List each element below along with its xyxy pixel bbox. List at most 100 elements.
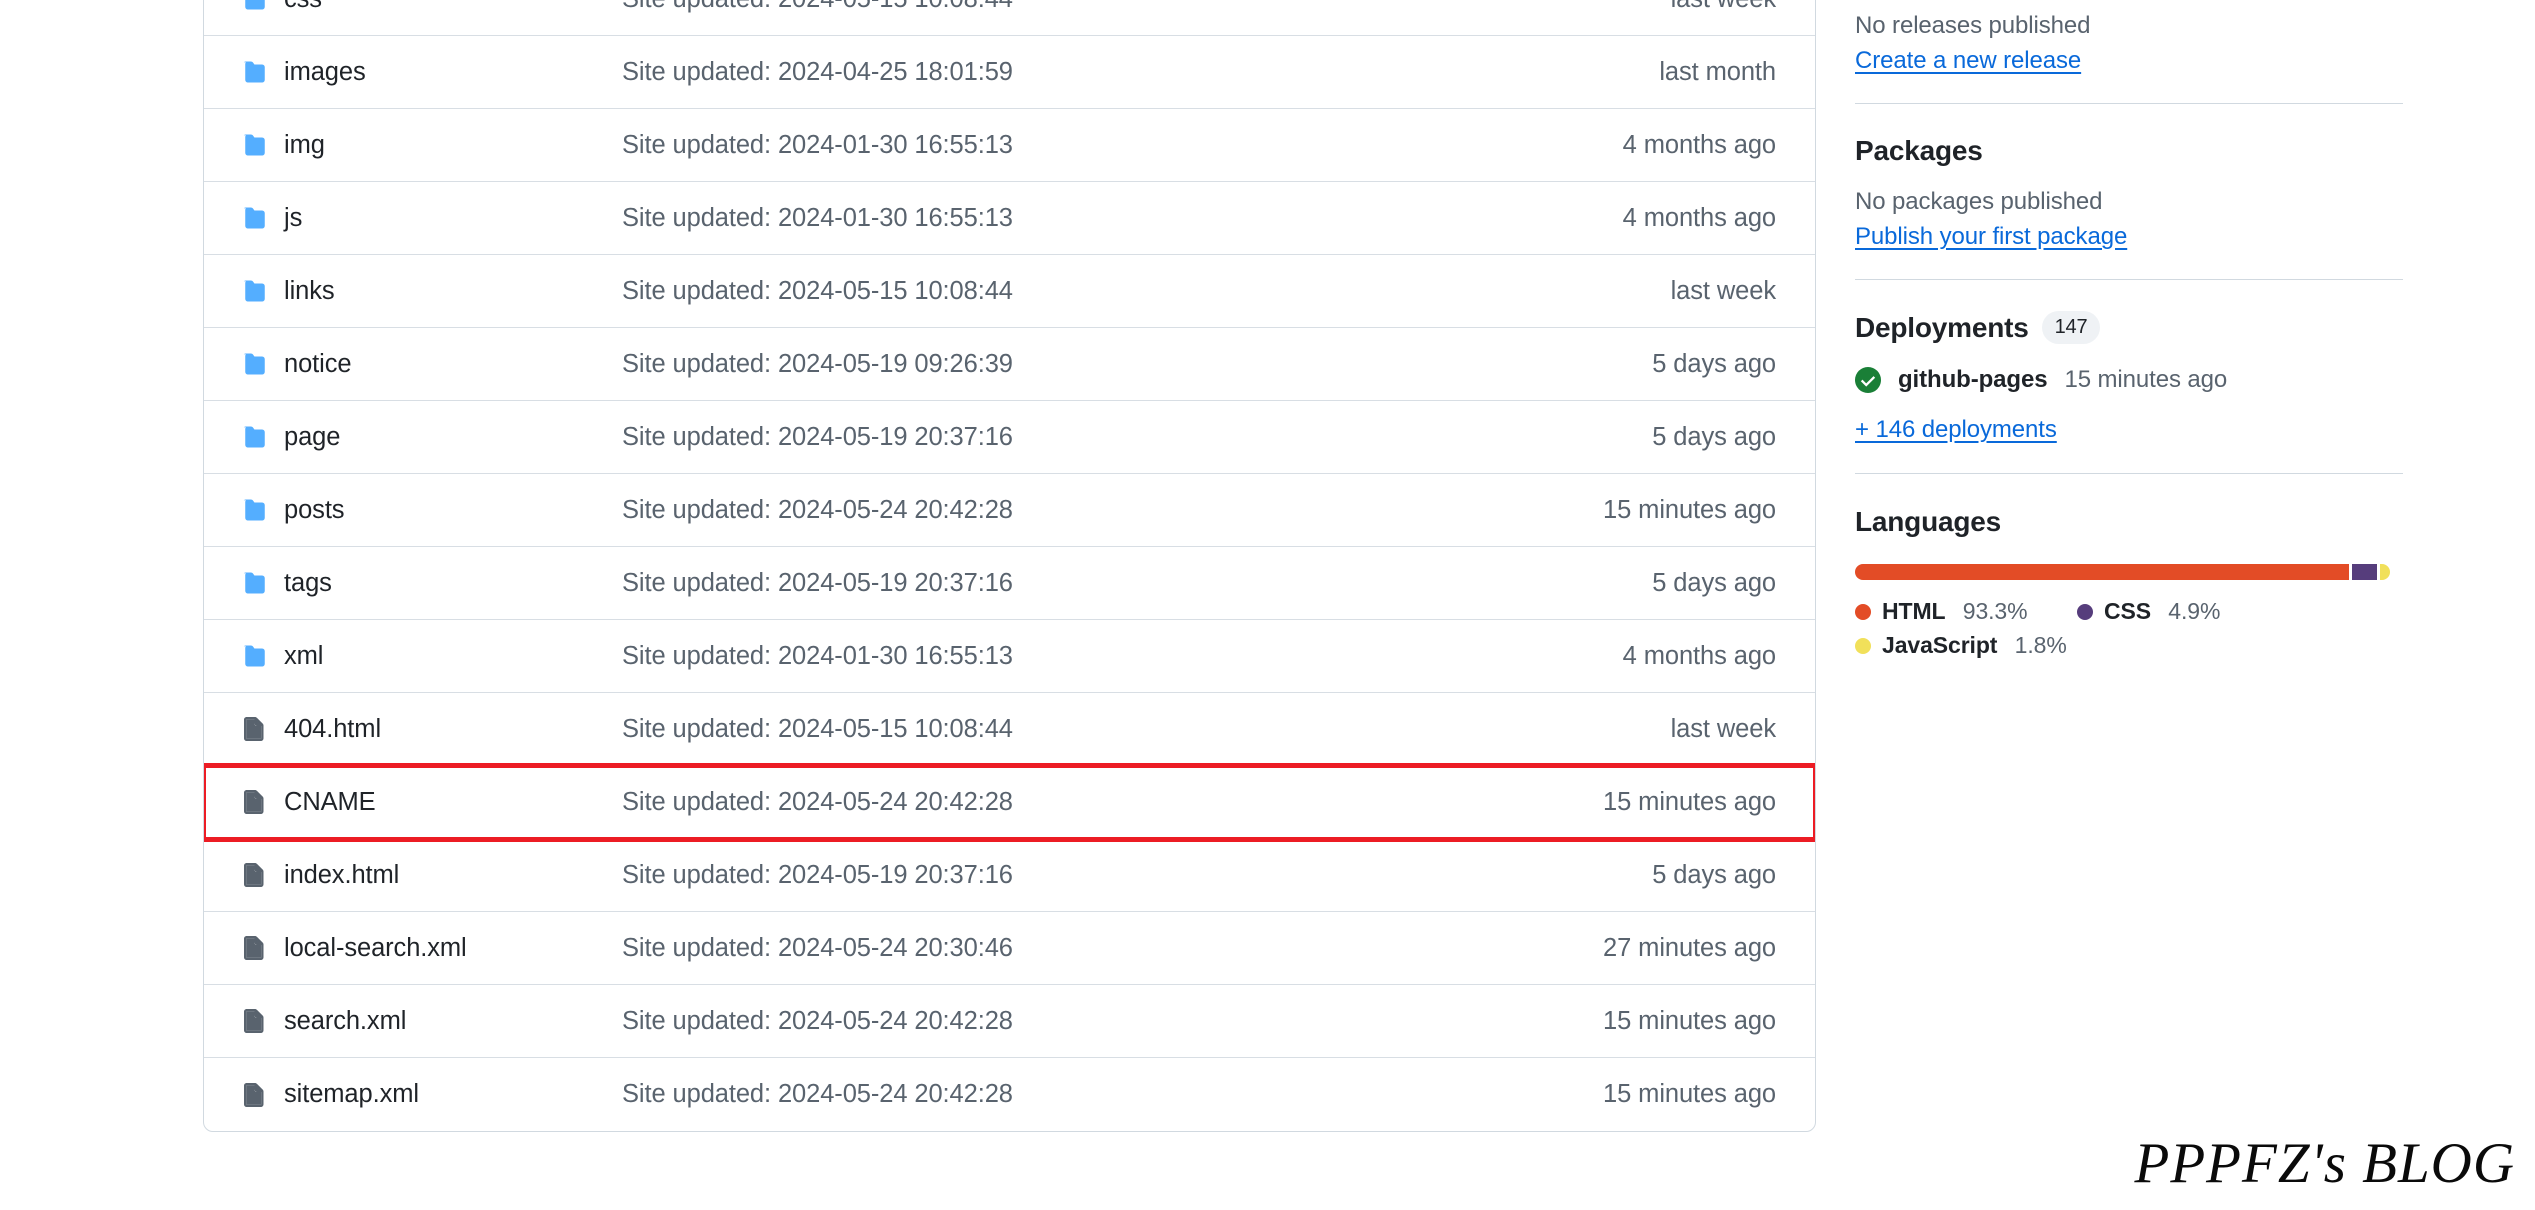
commit-message[interactable]: Site updated: 2024-05-24 20:30:46	[622, 934, 1603, 963]
file-row[interactable]: local-search.xml Site updated: 2024-05-24…	[204, 912, 1815, 985]
file-icon	[241, 788, 284, 816]
last-commit-age: 15 minutes ago	[1603, 787, 1776, 816]
commit-message[interactable]: Site updated: 2024-05-24 20:42:28	[622, 496, 1603, 525]
file-row[interactable]: tags Site updated: 2024-05-19 20:37:16 5 d…	[204, 547, 1815, 620]
commit-message[interactable]: Site updated: 2024-05-19 20:37:16	[622, 861, 1652, 890]
commit-message[interactable]: Site updated: 2024-05-19 09:26:39	[622, 350, 1652, 379]
repository-file-table: cssSite updated: 2024-05-15 10:08:44last…	[203, 0, 1816, 1132]
file-row[interactable]: posts Site updated: 2024-05-24 20:42:28 15…	[204, 474, 1815, 547]
language-percent: 1.8%	[2008, 632, 2067, 658]
commit-message[interactable]: Site updated: 2024-01-30 16:55:13	[622, 642, 1623, 671]
file-row[interactable]: CNAME Site updated: 2024-05-24 20:42:28 15…	[204, 763, 1815, 842]
file-row[interactable]: cssSite updated: 2024-05-15 10:08:44last…	[204, 0, 1815, 36]
language-bar-segment[interactable]	[2380, 564, 2390, 580]
file-row[interactable]: 404.html Site updated: 2024-05-15 10:08:4…	[204, 693, 1815, 766]
blog-watermark: PPPFZ's BLOG	[2134, 1132, 2515, 1195]
file-row[interactable]: links Site updated: 2024-05-15 10:08:44 la…	[204, 255, 1815, 328]
commit-message[interactable]: Site updated: 2024-05-15 10:08:44	[622, 277, 1671, 306]
file-row[interactable]: page Site updated: 2024-05-19 20:37:16 5 d…	[204, 401, 1815, 474]
file-name-link[interactable]: 404.html	[284, 715, 622, 744]
languages-heading: Languages	[1855, 506, 2403, 538]
last-commit-age: 5 days ago	[1652, 568, 1776, 597]
last-commit-age: 4 months ago	[1622, 130, 1776, 159]
language-bar-segment[interactable]	[2351, 564, 2378, 580]
file-row[interactable]: img Site updated: 2024-01-30 16:55:13 4 mo…	[204, 109, 1815, 182]
packages-section: Packages No packages published Publish y…	[1855, 135, 2403, 251]
deployment-environment-name[interactable]: github-pages	[1898, 366, 2048, 394]
language-name: HTML	[1882, 598, 1946, 624]
language-proportion-bar[interactable]	[1855, 564, 2390, 580]
file-name-link[interactable]: posts	[284, 496, 622, 525]
folder-icon	[241, 206, 284, 230]
publish-first-package-link[interactable]: Publish your first package	[1855, 223, 2127, 251]
deployment-timestamp: 15 minutes ago	[2064, 366, 2228, 393]
language-percent: 4.9%	[2162, 598, 2221, 624]
file-name-link[interactable]: js	[284, 204, 622, 233]
languages-section: Languages HTML 93.3% CSS 4.9% JavaScript 1…	[1855, 506, 2403, 659]
file-name-link[interactable]: xml	[284, 642, 622, 671]
file-name-link[interactable]: page	[284, 423, 622, 452]
commit-message[interactable]: Site updated: 2024-05-24 20:42:28	[622, 1080, 1603, 1109]
commit-message[interactable]: Site updated: 2024-04-25 18:01:59	[622, 58, 1659, 87]
releases-section: No releases published Create a new relea…	[1855, 0, 2403, 75]
file-name-link[interactable]: index.html	[284, 861, 622, 890]
language-legend-item[interactable]: HTML 93.3%	[1855, 598, 2077, 625]
commit-message[interactable]: Site updated: 2024-01-30 16:55:13	[622, 131, 1623, 160]
languages-heading-label: Languages	[1855, 506, 2002, 537]
file-name-link[interactable]: sitemap.xml	[284, 1080, 622, 1109]
last-commit-age: 4 months ago	[1622, 203, 1776, 232]
file-name-link[interactable]: images	[284, 58, 622, 87]
file-name-link[interactable]: search.xml	[284, 1007, 622, 1036]
packages-empty-text: No packages published	[1855, 188, 2103, 215]
language-legend-item[interactable]: JavaScript 1.8%	[1855, 632, 2077, 659]
file-icon	[241, 1081, 284, 1109]
language-color-dot	[2077, 603, 2093, 620]
language-color-dot	[1855, 603, 1871, 620]
more-deployments-link[interactable]: + 146 deployments	[1855, 416, 2057, 444]
commit-message[interactable]: Site updated: 2024-05-15 10:08:44	[622, 0, 1671, 14]
file-icon	[241, 861, 284, 889]
folder-icon	[241, 60, 284, 84]
file-name-link[interactable]: tags	[284, 569, 622, 598]
commit-message[interactable]: Site updated: 2024-05-15 10:08:44	[622, 715, 1671, 744]
commit-message[interactable]: Site updated: 2024-01-30 16:55:13	[622, 204, 1623, 233]
folder-icon	[241, 425, 284, 449]
commit-message[interactable]: Site updated: 2024-05-19 20:37:16	[622, 569, 1652, 598]
deployment-entry[interactable]: github-pages 15 minutes ago	[1855, 366, 2403, 394]
file-name-link[interactable]: links	[284, 277, 622, 306]
file-name-link[interactable]: img	[284, 131, 622, 160]
packages-heading: Packages	[1855, 135, 2403, 167]
folder-icon	[241, 498, 284, 522]
last-commit-age: 27 minutes ago	[1603, 933, 1776, 962]
file-row[interactable]: sitemap.xml Site updated: 2024-05-24 20:4…	[204, 1058, 1815, 1131]
language-bar-segment[interactable]	[1855, 564, 2349, 580]
deployments-count-badge: 147	[2041, 311, 2101, 344]
last-commit-age: last week	[1670, 276, 1777, 305]
file-row[interactable]: search.xml Site updated: 2024-05-24 20:42…	[204, 985, 1815, 1058]
language-legend: HTML 93.3% CSS 4.9% JavaScript 1.8%	[1855, 598, 2403, 659]
commit-message[interactable]: Site updated: 2024-05-24 20:42:28	[622, 788, 1603, 817]
file-name-link[interactable]: CNAME	[284, 788, 622, 817]
folder-icon	[241, 133, 284, 157]
file-row[interactable]: notice Site updated: 2024-05-19 09:26:39 5…	[204, 328, 1815, 401]
language-name: JavaScript	[1882, 632, 1998, 658]
create-new-release-link[interactable]: Create a new release	[1855, 47, 2081, 75]
file-row[interactable]: images Site updated: 2024-04-25 18:01:59 l…	[204, 36, 1815, 109]
deployments-heading-label: Deployments	[1855, 311, 2029, 343]
file-name-link[interactable]: css	[284, 0, 622, 14]
deployments-section: Deployments 147 github-pages 15 minutes …	[1855, 311, 2403, 444]
file-row[interactable]: js Site updated: 2024-01-30 16:55:13 4 mon…	[204, 182, 1815, 255]
file-name-link[interactable]: notice	[284, 350, 622, 379]
file-row[interactable]: index.html Site updated: 2024-05-19 20:37…	[204, 839, 1815, 912]
commit-message[interactable]: Site updated: 2024-05-19 20:37:16	[622, 423, 1652, 452]
folder-icon	[241, 279, 284, 303]
last-commit-age: 15 minutes ago	[1603, 495, 1776, 524]
file-name-link[interactable]: local-search.xml	[284, 934, 622, 963]
last-commit-age: 5 days ago	[1652, 349, 1776, 378]
file-row[interactable]: xml Site updated: 2024-01-30 16:55:13 4 mo…	[204, 620, 1815, 693]
releases-empty-text: No releases published	[1855, 12, 2091, 39]
commit-message[interactable]: Site updated: 2024-05-24 20:42:28	[622, 1007, 1603, 1036]
last-commit-age: 5 days ago	[1652, 860, 1776, 889]
language-legend-item[interactable]: CSS 4.9%	[2077, 598, 2299, 625]
folder-icon	[241, 644, 284, 668]
